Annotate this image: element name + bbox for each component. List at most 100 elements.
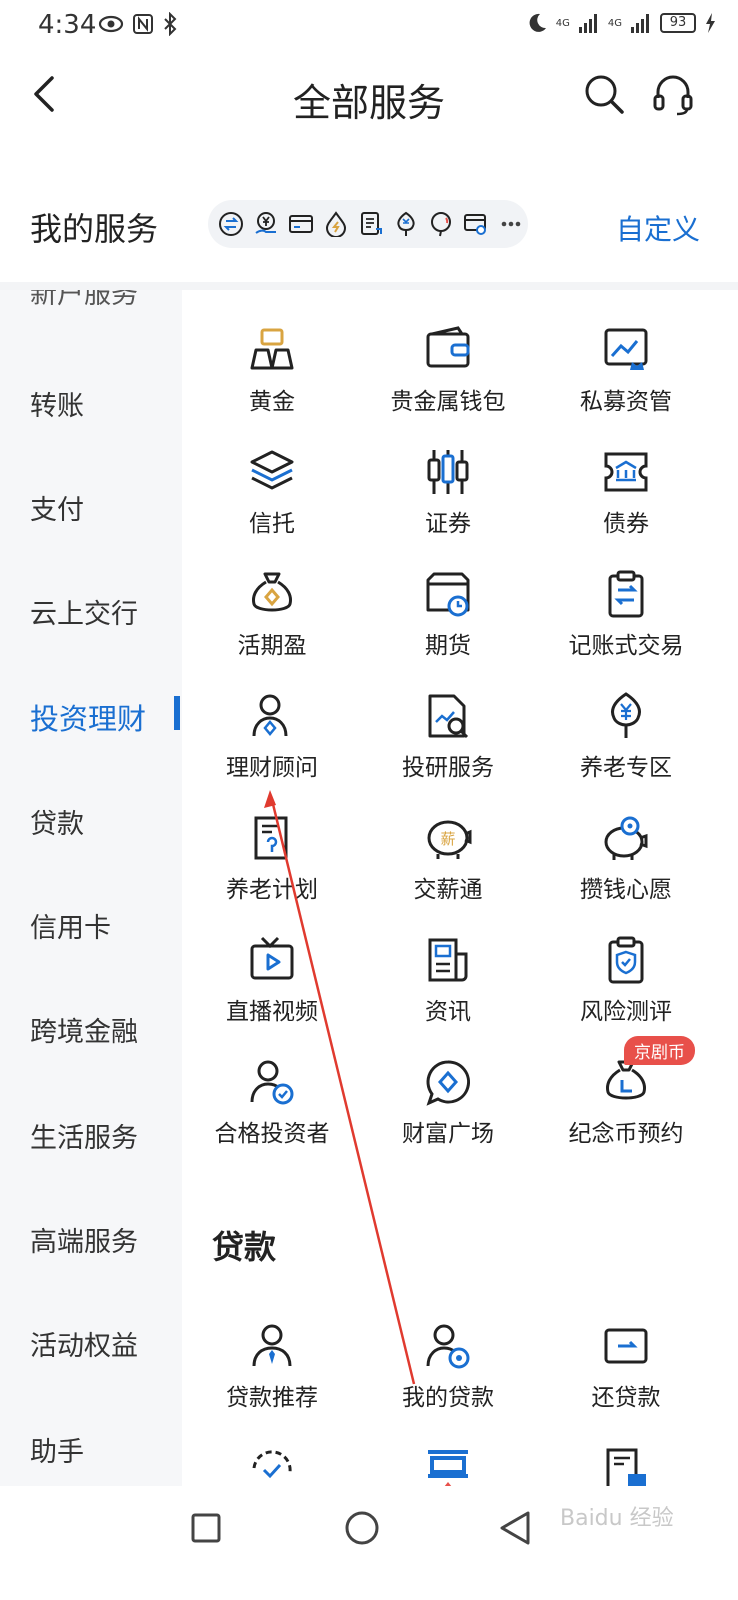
active-indicator xyxy=(174,696,180,730)
tile-private-asset-mgmt[interactable]: 私募资管 xyxy=(536,326,716,436)
bank-ticket-icon xyxy=(604,452,648,492)
document-icon[interactable] xyxy=(354,207,388,241)
plan-doc-icon xyxy=(254,816,288,860)
moon-icon xyxy=(529,13,546,32)
tile-label: 我的贷款 xyxy=(402,1385,494,1411)
wealth-bubble-icon xyxy=(426,1060,470,1106)
bluetooth-icon xyxy=(164,12,177,36)
doc-stamp-icon[interactable] xyxy=(600,1446,652,1486)
customize-link[interactable]: 自定义 xyxy=(616,208,700,248)
card-link-icon[interactable] xyxy=(459,207,493,241)
headset-icon[interactable] xyxy=(650,72,696,116)
tile-trust[interactable]: 信托 xyxy=(182,448,362,558)
signal-icon xyxy=(631,14,649,33)
tile-savings-wish[interactable]: 攒钱心愿 xyxy=(536,814,716,924)
sidebar-item-premium[interactable]: 高端服务 xyxy=(30,1220,138,1259)
tile-precious-metal-wallet[interactable]: 贵金属钱包 xyxy=(358,326,538,436)
back-button[interactable] xyxy=(498,1510,532,1546)
tile-label: 资讯 xyxy=(425,999,471,1025)
tile-salary-pass[interactable]: 薪 交薪通 xyxy=(358,814,538,924)
tv-play-icon xyxy=(250,936,294,980)
pension-tree-icon xyxy=(611,692,641,738)
tile-label: 贷款推荐 xyxy=(226,1385,318,1411)
tile-pension-zone[interactable]: 养老专区 xyxy=(536,692,716,802)
tile-futures[interactable]: 期货 xyxy=(358,570,538,680)
network-b: 4G xyxy=(607,17,622,29)
category-sidebar: 新户服务 转账 支付 云上交行 投资理财 贷款 信用卡 跨境金融 生活服务 高端… xyxy=(0,290,182,1486)
tile-bonds[interactable]: 债券 xyxy=(536,448,716,558)
tile-label: 财富广场 xyxy=(402,1121,494,1147)
tile-securities[interactable]: 证券 xyxy=(358,448,538,558)
battery-indicator: 93 xyxy=(660,13,696,33)
tile-repay-loan[interactable]: 还贷款 xyxy=(536,1322,716,1432)
tile-risk-assessment[interactable]: 风险测评 xyxy=(536,936,716,1046)
more-icon[interactable] xyxy=(494,207,528,241)
sidebar-item-transfer[interactable]: 转账 xyxy=(30,384,84,423)
tile-bookkeeping-trade[interactable]: 记账式交易 xyxy=(536,570,716,680)
tile-label: 私募资管 xyxy=(580,389,672,415)
tile-wealth-plaza[interactable]: 财富广场 xyxy=(358,1058,538,1168)
tile-label: 还贷款 xyxy=(591,1385,661,1411)
yuan-hand-icon[interactable] xyxy=(249,207,283,241)
status-bar: 4:34 4G 4G 93 xyxy=(0,0,738,52)
sidebar-item-credit-card[interactable]: 信用卡 xyxy=(30,906,111,945)
tile-loan-recommend[interactable]: 贷款推荐 xyxy=(182,1322,362,1432)
divider-band xyxy=(0,282,738,290)
box-clock-icon xyxy=(426,572,470,617)
quick-services-pill[interactable] xyxy=(208,200,528,248)
balloon-icon[interactable] xyxy=(424,207,458,241)
tile-news[interactable]: 资讯 xyxy=(358,936,538,1046)
exchange-icon[interactable] xyxy=(214,207,248,241)
tile-pension-plan[interactable]: 养老计划 xyxy=(182,814,362,924)
sidebar-item-partial[interactable]: 新户服务 xyxy=(30,290,138,311)
tile-label: 攒钱心愿 xyxy=(580,877,672,903)
water-drop-icon[interactable] xyxy=(319,207,353,241)
savings-piggy-icon xyxy=(604,816,648,860)
tile-wealth-advisor[interactable]: 理财顾问 xyxy=(182,692,362,802)
sidebar-item-investment[interactable]: 投资理财 xyxy=(30,696,146,738)
tile-research-service[interactable]: 投研服务 xyxy=(358,692,538,802)
tile-label: 理财顾问 xyxy=(226,755,318,781)
money-tree-icon[interactable] xyxy=(389,207,423,241)
tile-label: 贵金属钱包 xyxy=(390,389,506,415)
tile-label: 投研服务 xyxy=(402,755,494,781)
tile-my-loans[interactable]: 我的贷款 xyxy=(358,1322,538,1432)
layers-icon xyxy=(250,450,294,490)
card-icon[interactable] xyxy=(284,207,318,241)
tile-label: 债券 xyxy=(603,511,649,537)
discount-icon[interactable] xyxy=(422,1446,474,1486)
tile-current-deposit[interactable]: 活期盈 xyxy=(182,570,362,680)
sidebar-item-life-services[interactable]: 生活服务 xyxy=(30,1116,138,1155)
gold-bars-icon xyxy=(250,328,294,370)
tile-qualified-investor[interactable]: 合格投资者 xyxy=(182,1058,362,1168)
tile-gold[interactable]: 黄金 xyxy=(182,326,362,436)
search-icon[interactable] xyxy=(582,72,626,116)
tile-label: 合格投资者 xyxy=(214,1121,330,1147)
status-time: 4:34 xyxy=(38,10,97,40)
sidebar-item-activities[interactable]: 活动权益 xyxy=(30,1324,138,1363)
money-bag-icon xyxy=(252,572,292,612)
tile-label: 交薪通 xyxy=(413,877,483,903)
advisor-icon xyxy=(252,694,288,737)
recent-apps-button[interactable] xyxy=(190,1512,222,1544)
sidebar-item-cloud-bank[interactable]: 云上交行 xyxy=(30,592,138,631)
my-services-bar: 我的服务 自定义 xyxy=(0,196,738,258)
tile-label: 养老专区 xyxy=(580,755,672,781)
my-services-title: 我的服务 xyxy=(30,210,159,248)
service-grid: 黄金 贵金属钱包 私募资管 信托 证券 债券 活期盈 期货 记账式交易 理财顾问 xyxy=(182,290,738,1486)
sidebar-item-cross-border[interactable]: 跨境金融 xyxy=(30,1010,138,1049)
home-button[interactable] xyxy=(344,1510,380,1546)
coin-badge: 京剧币 xyxy=(624,1036,695,1065)
nfc-icon xyxy=(133,14,153,34)
tile-commemorative-coin[interactable]: 纪念币预约 xyxy=(536,1058,716,1168)
tile-label: 活期盈 xyxy=(237,633,307,659)
candlestick-icon xyxy=(427,450,469,494)
sidebar-item-assistant[interactable]: 助手 xyxy=(30,1430,84,1469)
tile-label: 养老计划 xyxy=(226,877,318,903)
tile-live-video[interactable]: 直播视频 xyxy=(182,936,362,1046)
sidebar-item-loans[interactable]: 贷款 xyxy=(30,802,84,841)
clock-check-icon[interactable] xyxy=(246,1446,298,1486)
tile-label: 黄金 xyxy=(249,389,295,415)
page-title: 全部服务 xyxy=(292,81,445,125)
sidebar-item-payment[interactable]: 支付 xyxy=(30,488,84,527)
